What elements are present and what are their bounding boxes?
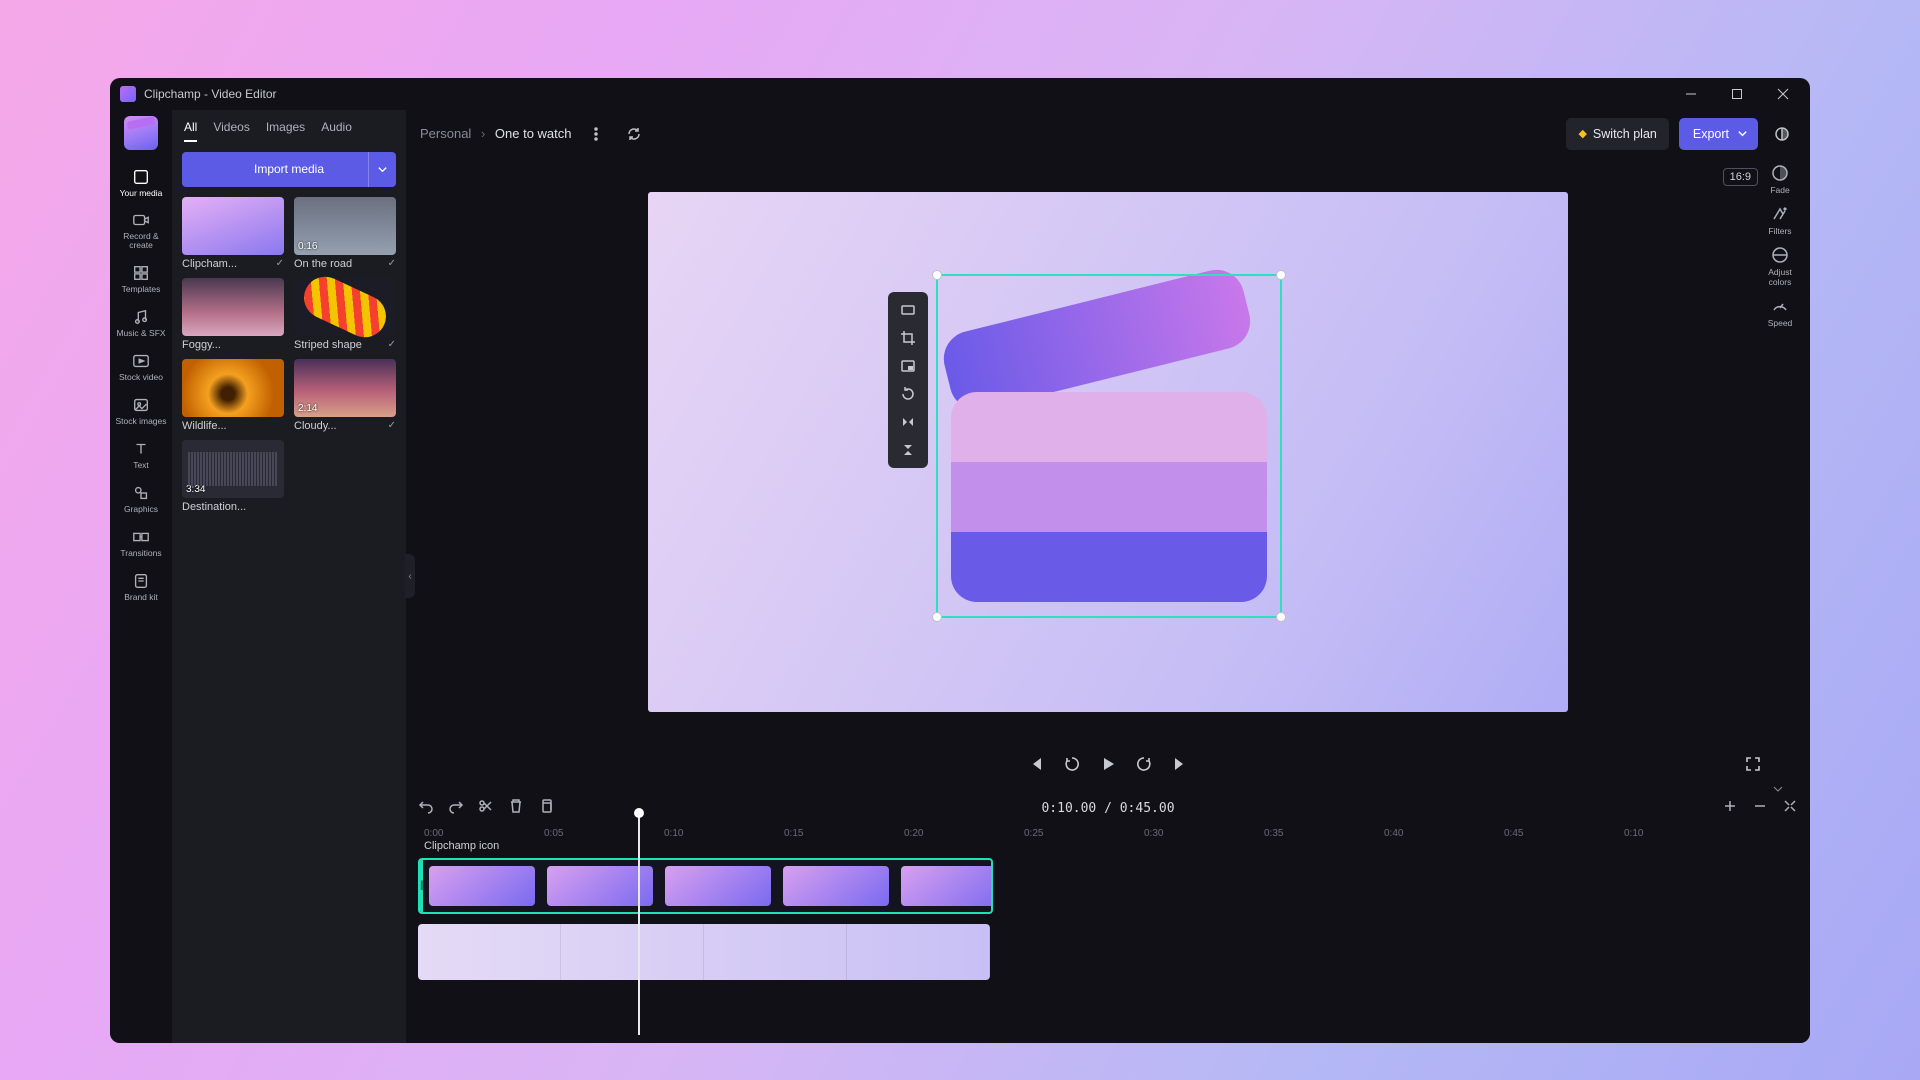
main-area: ‹ Personal › One to watch ◆ Switch plan … xyxy=(406,110,1810,1043)
media-item[interactable]: 0:16 On the road✓ xyxy=(294,197,396,270)
rail-music[interactable]: Music & SFX xyxy=(112,302,170,344)
media-item[interactable]: Striped shape✓ xyxy=(294,278,396,351)
zoom-out-icon[interactable] xyxy=(1752,798,1768,819)
expand-timeline-icon[interactable] xyxy=(1772,782,1784,800)
redo-icon[interactable] xyxy=(448,798,464,819)
check-icon: ✓ xyxy=(388,339,396,350)
timecode: 0:10.00 / 0:45.00 xyxy=(1041,801,1174,816)
contrast-icon[interactable] xyxy=(1768,120,1796,148)
skip-start-icon[interactable] xyxy=(1027,755,1045,778)
import-media-button[interactable]: Import media xyxy=(182,152,396,187)
media-item[interactable]: 2:14 Cloudy...✓ xyxy=(294,359,396,432)
rail-brand-kit[interactable]: Brand kit xyxy=(112,566,170,608)
check-icon: ✓ xyxy=(388,258,396,269)
media-item[interactable]: Clipcham...✓ xyxy=(182,197,284,270)
media-item[interactable]: Foggy... xyxy=(182,278,284,351)
fit-icon[interactable] xyxy=(892,296,924,324)
undo-icon[interactable] xyxy=(418,798,434,819)
breadcrumb: Personal › One to watch xyxy=(420,126,572,141)
split-icon[interactable] xyxy=(478,798,494,819)
project-name[interactable]: One to watch xyxy=(495,126,572,141)
media-item[interactable]: Wildlife... xyxy=(182,359,284,432)
rail-graphics[interactable]: Graphics xyxy=(112,478,170,520)
rotate-icon[interactable] xyxy=(892,380,924,408)
forward-icon[interactable] xyxy=(1135,755,1153,778)
media-tabs: All Videos Images Audio xyxy=(184,118,394,142)
preview-canvas[interactable] xyxy=(648,192,1568,712)
check-icon: ✓ xyxy=(388,420,396,431)
export-button[interactable]: Export xyxy=(1679,118,1758,150)
timeline-ruler[interactable]: 0:00 0:05 0:10 0:15 0:20 0:25 0:30 0:35 … xyxy=(418,826,1798,844)
minimize-button[interactable] xyxy=(1668,78,1714,110)
close-button[interactable] xyxy=(1760,78,1806,110)
left-rail: Your media Record & create Templates Mus… xyxy=(110,110,172,1043)
app-window: Clipchamp - Video Editor Your media Reco… xyxy=(110,78,1810,1043)
pip-icon[interactable] xyxy=(892,352,924,380)
duplicate-icon[interactable] xyxy=(538,798,554,819)
app-icon xyxy=(120,86,136,102)
media-thumb: 2:14 xyxy=(294,359,396,417)
import-dropdown-icon[interactable] xyxy=(368,152,396,187)
crop-icon[interactable] xyxy=(892,324,924,352)
sync-icon[interactable] xyxy=(620,120,648,148)
timeline: 0:10.00 / 0:45.00 0:00 0:05 0:10 0:15 0:… xyxy=(406,788,1810,1043)
titlebar: Clipchamp - Video Editor xyxy=(110,78,1810,110)
window-title: Clipchamp - Video Editor xyxy=(144,87,277,101)
rail-stock-video[interactable]: Stock video xyxy=(112,346,170,388)
tab-audio[interactable]: Audio xyxy=(321,118,352,142)
timeline-tracks: Clipchamp icon || || xyxy=(418,858,1798,1033)
media-panel: All Videos Images Audio Import media Cli… xyxy=(172,110,406,1043)
more-menu-icon[interactable] xyxy=(582,120,610,148)
skip-end-icon[interactable] xyxy=(1171,755,1189,778)
diamond-icon: ◆ xyxy=(1578,127,1586,140)
tab-videos[interactable]: Videos xyxy=(213,118,249,142)
clip-name-label: Clipchamp icon xyxy=(424,840,499,852)
topbar: Personal › One to watch ◆ Switch plan Ex… xyxy=(406,110,1810,158)
rail-record[interactable]: Record & create xyxy=(112,205,170,256)
media-item[interactable]: 3:34 Destination... xyxy=(182,440,284,513)
play-icon[interactable] xyxy=(1099,755,1117,778)
floating-toolbar xyxy=(888,292,928,468)
switch-plan-button[interactable]: ◆ Switch plan xyxy=(1566,118,1668,150)
flip-v-icon[interactable] xyxy=(892,436,924,464)
flip-h-icon[interactable] xyxy=(892,408,924,436)
resize-handle[interactable] xyxy=(1276,270,1286,280)
maximize-button[interactable] xyxy=(1714,78,1760,110)
delete-icon[interactable] xyxy=(508,798,524,819)
rail-your-media[interactable]: Your media xyxy=(112,162,170,204)
workspace-name[interactable]: Personal xyxy=(420,126,471,141)
resize-handle[interactable] xyxy=(932,612,942,622)
selection-box[interactable] xyxy=(936,274,1282,618)
tab-all[interactable]: All xyxy=(184,118,197,142)
playhead[interactable] xyxy=(638,814,640,1035)
clip-trim-left[interactable]: || xyxy=(420,860,423,912)
timeline-toolbar: 0:10.00 / 0:45.00 xyxy=(418,796,1798,822)
rewind-icon[interactable] xyxy=(1063,755,1081,778)
media-thumb xyxy=(182,278,284,336)
preview-area xyxy=(406,158,1810,746)
resize-handle[interactable] xyxy=(1276,612,1286,622)
rail-text[interactable]: Text xyxy=(112,434,170,476)
rail-transitions[interactable]: Transitions xyxy=(112,522,170,564)
media-thumb xyxy=(182,359,284,417)
tab-images[interactable]: Images xyxy=(266,118,305,142)
resize-handle[interactable] xyxy=(932,270,942,280)
video-clip[interactable]: || || xyxy=(418,858,993,914)
zoom-fit-icon[interactable] xyxy=(1782,798,1798,819)
playback-controls xyxy=(406,746,1810,788)
check-icon: ✓ xyxy=(276,258,284,269)
media-grid: Clipcham...✓ 0:16 On the road✓ Foggy... … xyxy=(182,197,396,513)
media-thumb: 3:34 xyxy=(182,440,284,498)
fullscreen-icon[interactable] xyxy=(1744,755,1762,778)
media-thumb xyxy=(294,278,396,336)
rail-templates[interactable]: Templates xyxy=(112,258,170,300)
background-clip[interactable] xyxy=(418,924,990,980)
rail-stock-images[interactable]: Stock images xyxy=(112,390,170,432)
add-track-icon[interactable] xyxy=(1722,798,1738,819)
media-thumb xyxy=(182,197,284,255)
media-thumb: 0:16 xyxy=(294,197,396,255)
clipchamp-logo xyxy=(124,116,158,150)
